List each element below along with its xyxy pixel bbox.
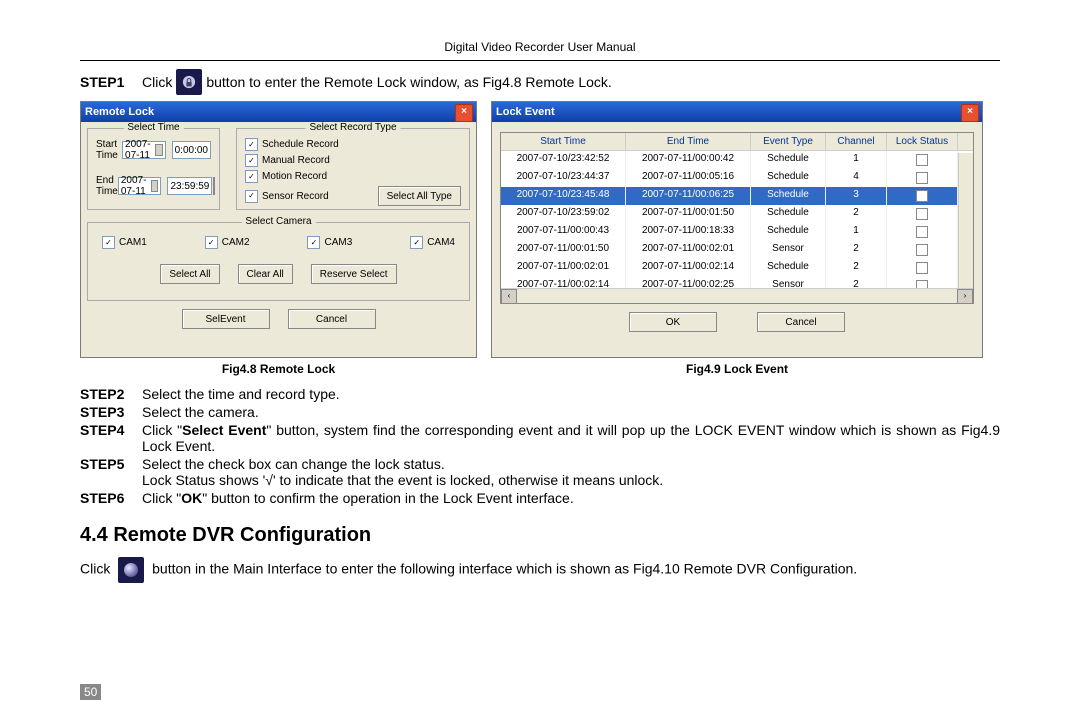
- step6-label: STEP6: [80, 490, 142, 506]
- col-lock[interactable]: Lock Status: [887, 133, 958, 150]
- lock-event-titlebar: Lock Event ×: [492, 102, 982, 122]
- cam3-checkbox[interactable]: ✓: [307, 236, 320, 249]
- start-time-label: Start Time: [96, 139, 122, 161]
- manual-checkbox[interactable]: ✓: [245, 154, 258, 167]
- lock-event-table: Start Time End Time Event Type Channel L…: [500, 132, 974, 304]
- lock-checkbox[interactable]: [916, 208, 928, 220]
- table-header: Start Time End Time Event Type Channel L…: [501, 133, 973, 151]
- cam4-checkbox[interactable]: ✓: [410, 236, 423, 249]
- select-camera-legend: Select Camera: [241, 216, 315, 227]
- table-row[interactable]: 2007-07-11/00:02:012007-07-11/00:02:14Sc…: [501, 259, 973, 277]
- step1-label: STEP1: [80, 74, 142, 90]
- table-row[interactable]: 2007-07-11/00:01:502007-07-11/00:02:01Se…: [501, 241, 973, 259]
- select-record-type-legend: Select Record Type: [305, 122, 400, 133]
- lock-event-window: Lock Event × Start Time End Time Event T…: [491, 101, 983, 358]
- schedule-checkbox[interactable]: ✓: [245, 138, 258, 151]
- remote-lock-titlebar: Remote Lock ×: [81, 102, 476, 122]
- select-all-type-button[interactable]: Select All Type: [378, 186, 461, 206]
- sensor-checkbox[interactable]: ✓: [245, 190, 258, 203]
- reserve-select-button[interactable]: Reserve Select: [311, 264, 397, 284]
- table-row[interactable]: 2007-07-10/23:42:522007-07-11/00:00:42Sc…: [501, 151, 973, 169]
- lock-checkbox[interactable]: [916, 172, 928, 184]
- table-row[interactable]: 2007-07-10/23:45:482007-07-11/00:06:25Sc…: [501, 187, 973, 205]
- manual-header: Digital Video Recorder User Manual: [80, 40, 1000, 54]
- step5-label: STEP5: [80, 456, 142, 472]
- close-icon[interactable]: ×: [961, 104, 979, 122]
- cam1-checkbox[interactable]: ✓: [102, 236, 115, 249]
- step3-label: STEP3: [80, 404, 142, 420]
- table-row[interactable]: 2007-07-10/23:44:372007-07-11/00:05:16Sc…: [501, 169, 973, 187]
- start-time-input[interactable]: 0:00:00: [172, 141, 211, 159]
- table-row[interactable]: 2007-07-11/00:00:432007-07-11/00:18:33Sc…: [501, 223, 973, 241]
- config-paragraph: Click button in the Main Interface to en…: [80, 557, 1000, 583]
- section-44-title: 4.4 Remote DVR Configuration: [80, 524, 1000, 547]
- close-icon[interactable]: ×: [455, 104, 473, 122]
- step1-post: button to enter the Remote Lock window, …: [206, 74, 611, 90]
- select-all-button[interactable]: Select All: [160, 264, 219, 284]
- vertical-scrollbar[interactable]: [958, 153, 973, 289]
- horizontal-scrollbar[interactable]: ‹›: [501, 288, 973, 303]
- lock-checkbox[interactable]: [916, 190, 928, 202]
- end-time-label: End Time: [96, 175, 118, 197]
- step1-row: STEP1 Click button to enter the Remote L…: [80, 69, 1000, 95]
- remote-lock-window: Remote Lock × Select Time Start Time 200…: [80, 101, 477, 358]
- start-date-input[interactable]: 2007-07-11: [122, 141, 166, 159]
- end-time-input[interactable]: 23:59:59: [167, 177, 212, 195]
- step5-text: Select the check box can change the lock…: [142, 456, 1000, 488]
- lock-checkbox[interactable]: [916, 154, 928, 166]
- step4-text: Click "Select Event" button, system find…: [142, 422, 1000, 454]
- col-start[interactable]: Start Time: [501, 133, 626, 150]
- motion-checkbox[interactable]: ✓: [245, 170, 258, 183]
- fig48-caption: Fig4.8 Remote Lock: [80, 362, 477, 376]
- lock-event-title: Lock Event: [496, 106, 555, 118]
- col-event[interactable]: Event Type: [751, 133, 826, 150]
- selevent-button[interactable]: SelEvent: [182, 309, 270, 329]
- lock-checkbox[interactable]: [916, 244, 928, 256]
- end-date-input[interactable]: 2007-07-11: [118, 177, 162, 195]
- clear-all-button[interactable]: Clear All: [238, 264, 293, 284]
- lock-icon: [176, 69, 202, 95]
- cam2-checkbox[interactable]: ✓: [205, 236, 218, 249]
- step4-label: STEP4: [80, 422, 142, 438]
- page-number: 50: [80, 684, 101, 700]
- table-row[interactable]: 2007-07-10/23:59:022007-07-11/00:01:50Sc…: [501, 205, 973, 223]
- select-time-legend: Select Time: [123, 122, 183, 133]
- step6-text: Click "OK" button to confirm the operati…: [142, 490, 574, 506]
- remote-lock-title: Remote Lock: [85, 106, 154, 118]
- step1-pre: Click: [142, 74, 172, 90]
- col-end[interactable]: End Time: [626, 133, 751, 150]
- step2-text: Select the time and record type.: [142, 386, 340, 402]
- step3-text: Select the camera.: [142, 404, 259, 420]
- step2-label: STEP2: [80, 386, 142, 402]
- ok-button[interactable]: OK: [629, 312, 717, 332]
- lock-checkbox[interactable]: [916, 226, 928, 238]
- lock-checkbox[interactable]: [916, 262, 928, 274]
- config-icon: [118, 557, 144, 583]
- lock-event-cancel-button[interactable]: Cancel: [757, 312, 845, 332]
- remote-lock-cancel-button[interactable]: Cancel: [288, 309, 376, 329]
- fig49-caption: Fig4.9 Lock Event: [491, 362, 983, 376]
- col-channel[interactable]: Channel: [826, 133, 887, 150]
- header-rule: [80, 60, 1000, 61]
